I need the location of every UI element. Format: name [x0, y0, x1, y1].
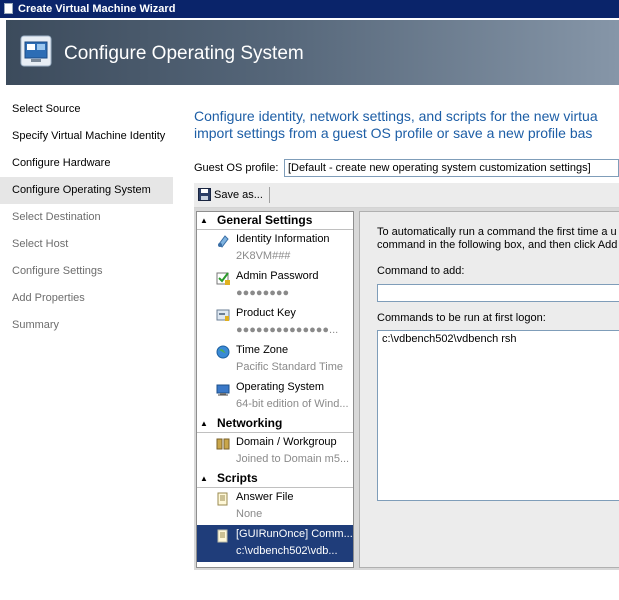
- section-header[interactable]: ▲ Scripts: [197, 470, 353, 488]
- tree-item-value: ●●●●●●●●: [236, 287, 290, 299]
- toolbar: Save as...: [194, 183, 619, 208]
- detail-panel: To automatically run a command the first…: [359, 211, 619, 568]
- wizard-steps: Select Source Specify Virtual Machine Ide…: [0, 96, 173, 339]
- sidebar-step[interactable]: Specify Virtual Machine Identity: [0, 123, 173, 150]
- tree-item-label: Time Zone: [236, 344, 289, 356]
- save-as-label: Save as...: [214, 189, 263, 201]
- tree-item-label: Domain / Workgroup: [236, 436, 337, 448]
- section-header[interactable]: ▲ Networking: [197, 415, 353, 433]
- tree-item[interactable]: Operating System 64-bit edition of Wind..…: [197, 378, 353, 415]
- sidebar-step[interactable]: Configure Hardware: [0, 150, 173, 177]
- product-key-icon: [216, 309, 230, 321]
- admin-password-icon: [216, 272, 230, 285]
- sidebar-step[interactable]: Select Destination: [0, 204, 173, 231]
- intro-text: Configure identity, network settings, an…: [194, 108, 619, 142]
- collapse-chevron-icon[interactable]: ▲: [200, 415, 208, 432]
- tree-item[interactable]: [GUIRunOnce] Comm... c:\vdbench502\vdb...: [197, 525, 353, 562]
- tree-item-label: Product Key: [236, 307, 296, 319]
- tree-item-value: c:\vdbench502\vdb...: [236, 545, 338, 557]
- tree-item-value: 2K8VM###: [236, 250, 291, 262]
- answer-file-icon: [217, 492, 228, 506]
- tree-item-value: ●●●●●●●●●●●●●●...: [236, 324, 339, 336]
- tree-item-label: Admin Password: [236, 270, 319, 282]
- tree-item[interactable]: Identity Information 2K8VM###: [197, 230, 353, 267]
- sidebar-step[interactable]: Configure Settings: [0, 258, 173, 285]
- tree-item-label: Identity Information: [236, 233, 330, 245]
- configure-os-icon: [20, 35, 52, 67]
- intro-line-1: Configure identity, network settings, an…: [194, 108, 598, 124]
- collapse-chevron-icon[interactable]: ▲: [200, 470, 208, 487]
- instruction-line-1: To automatically run a command the first…: [377, 226, 617, 238]
- guest-os-profile-label: Guest OS profile:: [194, 162, 279, 174]
- window-icon: [4, 3, 13, 14]
- instruction-text: To automatically run a command the first…: [377, 226, 617, 252]
- guest-os-profile-select[interactable]: [Default - create new operating system c…: [284, 159, 619, 177]
- commands-list[interactable]: c:\vdbench502\vdbench rsh: [377, 330, 619, 501]
- collapse-chevron-icon[interactable]: ▲: [200, 212, 208, 229]
- section-title: Scripts: [217, 471, 258, 485]
- command-to-add-input[interactable]: [377, 284, 619, 302]
- tree-item-label: Answer File: [236, 491, 294, 503]
- command-list-item[interactable]: c:\vdbench502\vdbench rsh: [382, 333, 616, 345]
- settings-tree: ▲ General Settings Identity Information 2K8…: [196, 211, 354, 568]
- tree-item-value: Joined to Domain m5...: [236, 453, 350, 465]
- sidebar-step[interactable]: Add Properties: [0, 285, 173, 312]
- tree-item[interactable]: Product Key ●●●●●●●●●●●●●●...: [197, 304, 353, 341]
- sidebar-step[interactable]: Select Source: [0, 96, 173, 123]
- window-title: Create Virtual Machine Wizard: [18, 3, 176, 15]
- instruction-line-2: command in the following box, and then c…: [377, 239, 617, 251]
- tree-item[interactable]: Answer File None: [197, 488, 353, 525]
- identity-icon: [218, 235, 229, 248]
- window-title-bar[interactable]: Create Virtual Machine Wizard: [0, 0, 619, 18]
- command-to-add-label: Command to add:: [377, 265, 465, 277]
- time-zone-icon: [216, 345, 230, 359]
- sidebar-step[interactable]: Configure Operating System: [0, 177, 173, 204]
- script-icon: [217, 529, 228, 543]
- tree-item[interactable]: Domain / Workgroup Joined to Domain m5...: [197, 433, 353, 470]
- section-title: Networking: [217, 416, 283, 430]
- tree-item-label: [GUIRunOnce] Comm...: [236, 528, 353, 540]
- toolbar-separator: [269, 187, 270, 203]
- commands-list-label: Commands to be run at first logon:: [377, 312, 546, 324]
- tree-item[interactable]: Time Zone Pacific Standard Time: [197, 341, 353, 378]
- sidebar-step[interactable]: Summary: [0, 312, 173, 339]
- intro-line-2: import settings from a guest OS profile …: [194, 125, 593, 141]
- banner-title: Configure Operating System: [64, 43, 304, 64]
- tree-item-value: Pacific Standard Time: [236, 361, 343, 373]
- wizard-banner: Configure Operating System: [6, 20, 619, 85]
- section-title: General Settings: [217, 213, 313, 227]
- sidebar-step[interactable]: Select Host: [0, 231, 173, 258]
- floppy-disk-icon: [198, 188, 211, 201]
- tree-item-value: None: [236, 508, 263, 520]
- section-header[interactable]: ▲ General Settings: [197, 212, 353, 230]
- tree-item[interactable]: Admin Password ●●●●●●●●: [197, 267, 353, 304]
- save-as-button[interactable]: Save as...: [196, 186, 267, 204]
- tree-item-value: 64-bit edition of Wind...: [236, 398, 349, 410]
- operating-system-icon: [216, 384, 230, 396]
- domain-workgroup-icon: [216, 438, 230, 450]
- tree-item-label: Operating System: [236, 381, 325, 393]
